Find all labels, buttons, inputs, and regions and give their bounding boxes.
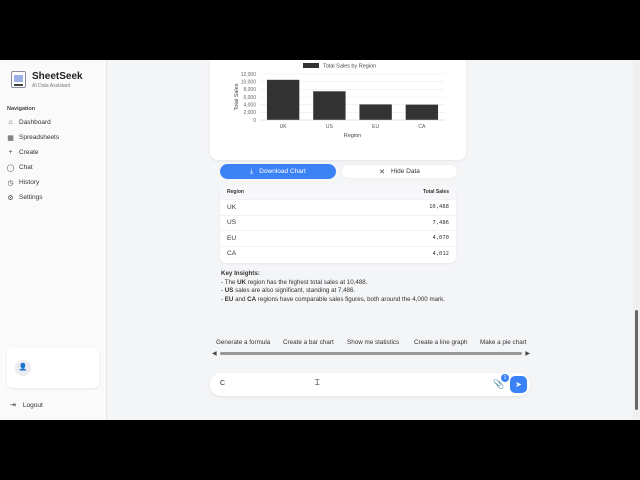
table-cell: UK — [227, 203, 237, 211]
sidebar-item-label: Settings — [19, 194, 43, 201]
chat-input[interactable]: C Ɪ 📎 1 ➤ — [210, 373, 530, 396]
home-icon: ⌂ — [8, 119, 13, 126]
app-window: SheetSeek AI Data Assistant Navigation ⌂… — [0, 60, 640, 420]
sidebar-item-chat[interactable]: ◯ Chat — [6, 161, 101, 174]
sidebar-item-label: Spreadsheets — [19, 134, 60, 141]
table-cell: EU — [227, 234, 237, 242]
download-icon: ⤓ — [250, 167, 254, 175]
suggestion-chip[interactable]: Make a pie chart — [480, 339, 527, 346]
user-card[interactable]: 👤 — [7, 348, 99, 388]
text-cursor-icon: Ɪ — [315, 378, 320, 387]
insights-title: Key Insights: — [221, 270, 260, 277]
y-tick-label: 10,000 — [241, 79, 257, 85]
table-row: UK 10,488 — [220, 199, 456, 215]
logout-button[interactable]: ⇥ Logout — [10, 401, 43, 410]
insight-line: - The UK region has the highest total sa… — [221, 278, 368, 286]
bar — [359, 104, 392, 120]
table-cell: 7,486 — [432, 219, 449, 226]
gear-icon: ⚙ — [7, 194, 14, 202]
suggestion-chip[interactable]: Create a line graph — [414, 339, 468, 346]
sidebar-item-spreadsheets[interactable]: ▦ Spreadsheets — [6, 131, 101, 144]
chat-input-text[interactable]: C — [220, 380, 225, 387]
sidebar-item-label: Dashboard — [19, 119, 51, 126]
nav-heading: Navigation — [7, 106, 36, 112]
table-cell: 4,070 — [432, 235, 449, 242]
table-cell: 10,488 — [429, 204, 449, 211]
user-icon: 👤 — [15, 360, 31, 376]
app-name: SheetSeek — [32, 71, 83, 82]
logout-label: Logout — [22, 401, 43, 409]
y-tick-label: 0 — [253, 118, 256, 124]
y-tick-label: 2,000 — [243, 110, 256, 116]
sidebar-item-label: Chat — [19, 164, 33, 171]
table-row: US 7,486 — [220, 214, 456, 231]
key-insights: Key Insights: - The UK region has the hi… — [221, 270, 471, 304]
grid-icon: ▦ — [7, 134, 14, 142]
sidebar-item-create[interactable]: + Create — [6, 146, 101, 159]
send-button[interactable]: ➤ — [510, 376, 527, 393]
sidebar-item-label: Create — [19, 149, 39, 156]
download-label: Download Chart — [259, 168, 306, 175]
insight-line: - EU and CA regions have comparable sale… — [221, 295, 445, 303]
clock-icon: ◷ — [7, 179, 14, 187]
x-tick-label: UK — [280, 124, 288, 130]
logo-icon — [11, 71, 26, 88]
bar — [266, 79, 300, 120]
page-scrollbar[interactable] — [633, 60, 640, 420]
scroll-left-icon[interactable]: ◀ — [212, 350, 217, 357]
suggestion-chip[interactable]: Generate a formula — [216, 339, 270, 346]
bar — [405, 104, 439, 120]
y-tick-label: 4,000 — [243, 102, 256, 108]
chart-actions: ⤓ Download Chart ✕ Hide Data — [220, 164, 458, 180]
chart-card: Total Sales by Region 0 2,000 4,000 6,000 8,0… — [210, 60, 466, 160]
scroll-right-icon[interactable]: ▶ — [525, 350, 530, 357]
x-axis-label: Region — [344, 133, 361, 139]
sidebar-item-dashboard[interactable]: ⌂ Dashboard — [6, 116, 101, 129]
hide-label: Hide Data — [390, 168, 420, 175]
plus-icon: + — [8, 149, 13, 156]
close-icon: ✕ — [379, 168, 385, 176]
x-tick-label: US — [326, 124, 334, 130]
bar — [313, 91, 346, 120]
suggestion-chips: Generate a formula Create a bar chart Sh… — [210, 336, 530, 352]
table-cell: US — [227, 219, 237, 227]
suggestions-scrollbar[interactable]: ◀ ▶ — [212, 351, 530, 357]
chat-icon: ◯ — [6, 164, 15, 172]
sidebar: SheetSeek AI Data Assistant Navigation ⌂… — [0, 60, 107, 420]
y-tick-label: 12,000 — [241, 72, 257, 78]
page-scroll-thumb[interactable] — [635, 310, 638, 410]
app-subtitle: AI Data Assistant — [32, 83, 71, 89]
suggestion-chip[interactable]: Create a bar chart — [283, 339, 334, 346]
column-header: Region — [227, 189, 244, 195]
data-table: Region Total Sales UK 10,488 US 7,486 EU… — [220, 185, 456, 263]
send-icon: ➤ — [515, 380, 522, 389]
table-row: EU 4,070 — [220, 230, 456, 246]
suggestion-chip[interactable]: Show me statistics — [347, 339, 399, 346]
attachment-count-badge: 1 — [501, 374, 509, 382]
sidebar-item-label: History — [19, 179, 40, 186]
scroll-thumb[interactable] — [220, 352, 522, 355]
x-tick-label: CA — [418, 124, 426, 130]
x-tick-label: EU — [372, 124, 379, 130]
download-chart-button[interactable]: ⤓ Download Chart — [220, 164, 336, 179]
table-cell: 4,012 — [432, 250, 449, 257]
legend-swatch — [303, 63, 319, 68]
sidebar-item-settings[interactable]: ⚙ Settings — [6, 191, 101, 204]
bar-chart: Total Sales by Region 0 2,000 4,0006,000 8,0… — [234, 63, 445, 139]
y-axis-label: Total Sales — [234, 83, 240, 110]
hide-data-button[interactable]: ✕ Hide Data — [341, 164, 458, 179]
table-header: Region Total Sales — [220, 185, 456, 199]
insight-line: - US sales are also significant, standin… — [221, 287, 356, 294]
legend-label: Total Sales by Region — [323, 64, 376, 70]
table-row: CA 4,012 — [220, 245, 456, 262]
y-tick-label: 8,000 — [243, 87, 256, 93]
table-cell: CA — [227, 250, 237, 258]
logout-icon: ⇥ — [10, 402, 16, 409]
y-tick-label: 6,000 — [243, 95, 256, 101]
sidebar-item-history[interactable]: ◷ History — [6, 176, 101, 189]
column-header: Total Sales — [422, 189, 449, 195]
